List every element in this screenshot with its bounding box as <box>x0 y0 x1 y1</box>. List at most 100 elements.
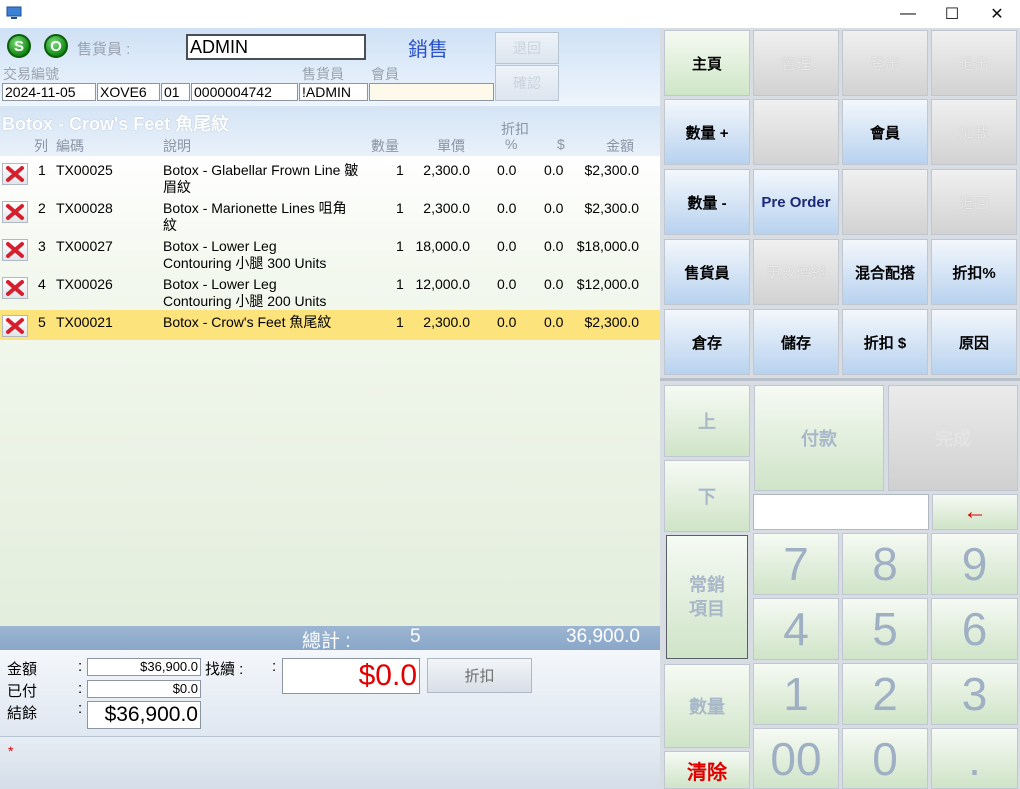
keypad-input[interactable] <box>753 494 929 530</box>
blank-button[interactable] <box>753 99 839 165</box>
confirm-button[interactable]: 確認 <box>495 65 559 101</box>
column-header-unit-price: 單價 <box>437 138 465 154</box>
item-amount: $2,300.0 <box>584 162 640 178</box>
key-decimal[interactable]: . <box>931 728 1018 789</box>
item-discount-percent: 0.0 <box>497 314 517 330</box>
pre-order-button[interactable]: Pre Order <box>753 169 839 235</box>
quantity-plus-button[interactable]: 數量 + <box>664 99 750 165</box>
home-button[interactable]: 主頁 <box>664 30 750 96</box>
common-items-button[interactable]: 常銷項目 <box>666 535 748 659</box>
table-row[interactable]: 1 TX00025 Botox - Glabellar Frown Line 皺… <box>0 158 660 196</box>
key-3[interactable]: 3 <box>931 663 1018 725</box>
shop-code-field[interactable]: XOVE6 <box>97 83 160 101</box>
close-button[interactable]: ✕ <box>974 0 1020 28</box>
paid-colon: : <box>78 680 83 697</box>
column-header-amount: 金額 <box>606 138 634 154</box>
item-discount-percent: 0.0 <box>497 276 517 292</box>
pay-button[interactable]: 付款 <box>754 385 884 491</box>
terminal-field[interactable]: 01 <box>161 83 190 101</box>
salesperson-label: 售貨員 : <box>77 41 131 58</box>
return-function-button[interactable]: 退回 <box>931 169 1017 235</box>
manage-button[interactable]: 管理 <box>753 30 839 96</box>
down-button[interactable]: 下 <box>664 460 750 532</box>
key-1[interactable]: 1 <box>753 663 839 725</box>
key-4[interactable]: 4 <box>753 598 839 660</box>
key-00[interactable]: 00 <box>753 728 839 789</box>
discount-percent-button[interactable]: 折扣% <box>931 239 1017 305</box>
key-0[interactable]: 0 <box>842 728 928 789</box>
table-row[interactable]: 2 TX00028 Botox - Marionette Lines 咀角紋 1… <box>0 196 660 234</box>
discount-button[interactable]: 折扣 <box>427 658 532 693</box>
delete-x-icon <box>6 166 24 182</box>
delete-row-button[interactable] <box>2 239 28 261</box>
o-button[interactable]: O <box>44 34 68 58</box>
clear-button[interactable]: 清除 <box>664 751 750 789</box>
item-unit-price: 12,000.0 <box>415 276 471 292</box>
column-header-code: 編碼 <box>56 138 84 154</box>
maximize-button[interactable]: ☐ <box>929 0 975 28</box>
item-amount: $2,300.0 <box>584 314 640 330</box>
mode-title: 銷售 <box>408 39 448 61</box>
salesperson-code-field[interactable]: !ADMIN <box>299 83 368 101</box>
key-9[interactable]: 9 <box>931 533 1018 595</box>
delete-row-button[interactable] <box>2 163 28 185</box>
item-discount-percent: 0.0 <box>497 162 517 178</box>
balance-label: 結餘 <box>7 705 38 722</box>
save-button[interactable]: 儲存 <box>753 309 839 375</box>
total-label: 總計 : <box>302 631 351 652</box>
table-row-selected[interactable]: 5 TX00021 Botox - Crow's Feet 魚尾紋 1 2,30… <box>0 310 660 340</box>
backspace-arrow-icon: ← <box>963 498 987 525</box>
mix-match-button[interactable]: 混合配搭 <box>842 239 928 305</box>
table-row[interactable]: 3 TX00027 Botox - Lower Leg Contouring 小… <box>0 234 660 272</box>
inventory-button[interactable]: 倉存 <box>664 309 750 375</box>
salesperson-field[interactable]: ADMIN <box>186 34 366 60</box>
amount-label: 金額 <box>7 661 38 678</box>
column-header-discount-percent: % <box>505 136 518 152</box>
txn-number-field[interactable]: 0000004742 <box>191 83 298 101</box>
key-5[interactable]: 5 <box>842 598 928 660</box>
change-price-button[interactable]: 更改價錢 <box>753 239 839 305</box>
delete-x-icon <box>6 204 24 220</box>
load-button[interactable]: 加載 <box>931 99 1017 165</box>
key-8[interactable]: 8 <box>842 533 928 595</box>
delete-row-button[interactable] <box>2 277 28 299</box>
delete-row-button[interactable] <box>2 201 28 223</box>
quantity-minus-button[interactable]: 數量 - <box>664 169 750 235</box>
exit-button[interactable]: 退出 <box>931 30 1017 96</box>
key-7[interactable]: 7 <box>753 533 839 595</box>
sales-panel: S O 售貨員 : ADMIN 銷售 退回 確認 交易編號 售貨員 會員 202… <box>0 28 660 789</box>
item-quantity: 1 <box>396 314 404 330</box>
complete-button[interactable]: 完成 <box>888 385 1018 491</box>
return-button[interactable]: 退回 <box>495 32 559 64</box>
item-unit-price: 2,300.0 <box>423 200 470 216</box>
salesperson-label-2: 售貨員 <box>302 66 344 82</box>
amount-field: $36,900.0 <box>87 658 201 676</box>
key-6[interactable]: 6 <box>931 598 1018 660</box>
item-quantity: 1 <box>396 200 404 216</box>
delete-row-button[interactable] <box>2 315 28 337</box>
table-row[interactable]: 4 TX00026 Botox - Lower Leg Contouring 小… <box>0 272 660 310</box>
member-button[interactable]: 會員 <box>842 99 928 165</box>
item-amount: $2,300.0 <box>584 200 640 216</box>
keypad: 上 下 付款 完成 ← 常銷項目 數量 清除 7 8 9 4 5 6 1 2 3… <box>660 381 1020 789</box>
paid-label: 已付 <box>7 683 38 700</box>
logout-button[interactable]: 登出 <box>842 30 928 96</box>
column-header-description: 說明 <box>163 138 191 154</box>
blank-button-2[interactable] <box>842 169 928 235</box>
date-field[interactable]: 2024-11-05 <box>2 83 96 101</box>
row-number: 2 <box>38 200 46 216</box>
item-discount-percent: 0.0 <box>497 200 517 216</box>
s-button[interactable]: S <box>7 34 31 58</box>
minimize-button[interactable]: — <box>885 0 931 28</box>
reason-button[interactable]: 原因 <box>931 309 1017 375</box>
member-field[interactable] <box>369 83 494 101</box>
quantity-button[interactable]: 數量 <box>664 664 750 748</box>
discount-amount-button[interactable]: 折扣 $ <box>842 309 928 375</box>
up-button[interactable]: 上 <box>664 385 750 457</box>
salesperson-button[interactable]: 售貨員 <box>664 239 750 305</box>
item-list: 1 TX00025 Botox - Glabellar Frown Line 皺… <box>0 156 660 626</box>
backspace-button[interactable]: ← <box>932 494 1018 530</box>
item-discount-amount: 0.0 <box>544 314 564 330</box>
key-2[interactable]: 2 <box>842 663 928 725</box>
item-code: TX00025 <box>56 162 113 178</box>
